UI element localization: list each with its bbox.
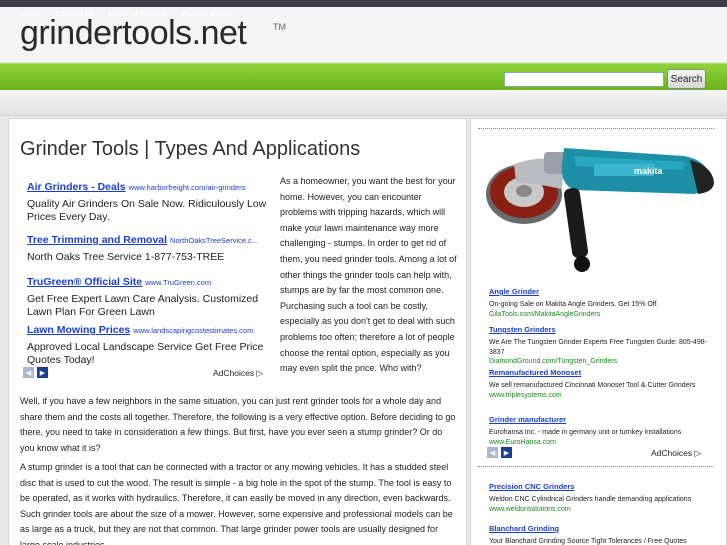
- adchoices-label: AdChoices: [213, 368, 255, 378]
- trademark: TM: [273, 22, 286, 32]
- sidebar-ad-url[interactable]: GilaTools.com/MakitaAngleGrinders: [489, 310, 717, 319]
- sidebar-ad-nav: ◀ ▶: [487, 447, 512, 458]
- sidebar-ad-title[interactable]: Precision CNC Grinders: [489, 482, 574, 491]
- sidebar-ad-description: We Are The Tungsten Grinder Experts Free…: [489, 339, 708, 356]
- sidebar-ad[interactable]: Tungsten Grinders We Are The Tungsten Gr…: [489, 319, 717, 366]
- ad-description: North Oaks Tree Service 1-877-753-TREE: [27, 251, 225, 263]
- page-title: Grinder Tools | Types And Applications: [20, 138, 361, 160]
- body-paragraph: A stump grinder is a tool that can be co…: [20, 462, 453, 545]
- ad-url[interactable]: www.landscapingcostestimates.com: [133, 326, 253, 335]
- angle-grinder-image: makita: [486, 148, 714, 272]
- nav-home[interactable]: Home: [20, 9, 41, 18]
- ad-description: Quality Air Grinders On Sale Now. Ridicu…: [27, 198, 267, 223]
- ad-unit[interactable]: Air Grinders - Deals www.harborfreight.co…: [27, 177, 275, 224]
- ad-title[interactable]: TruGreen® Official Site: [27, 276, 142, 288]
- ad-description: Approved Local Landscape Service Get Fre…: [27, 341, 264, 366]
- ad-unit[interactable]: Tree Trimming and Removal NorthOaksTreeSe…: [27, 230, 275, 264]
- adchoices-icon: ▷: [694, 448, 702, 458]
- sidebar-ad[interactable]: Angle Grinder On-going Sale on Makita An…: [489, 281, 717, 319]
- ad-nav: ◀ ▶: [23, 367, 48, 378]
- sidebar-ad[interactable]: Precision CNC Grinders Weldon CNC Cylind…: [489, 476, 717, 514]
- sidebar-ad-description: On-going Sale on Makita Angle Grinders. …: [489, 301, 659, 308]
- sidebar-ad-title[interactable]: Grinder manufacturer: [489, 415, 566, 424]
- ad-title[interactable]: Lawn Mowing Prices: [27, 324, 130, 336]
- site-title[interactable]: grindertools.net: [20, 14, 247, 53]
- sidebar-ad-url[interactable]: www.triplesystems.com: [489, 391, 717, 400]
- ad-unit[interactable]: TruGreen® Official Site www.TruGreen.com …: [27, 272, 275, 319]
- sidebar-ad-description: Weldon CNC Cylindrical Grinders handle d…: [489, 496, 692, 503]
- ad-url[interactable]: NorthOaksTreeService.c...: [170, 236, 258, 245]
- svg-text:makita: makita: [634, 166, 664, 176]
- sidebar-ad[interactable]: Remanufactured Monoset We sell remanufac…: [489, 362, 717, 400]
- divider: [478, 466, 714, 467]
- nav-terms-of-service[interactable]: Terms of Service: [107, 9, 167, 18]
- ad-title[interactable]: Tree Trimming and Removal: [27, 234, 167, 246]
- body-paragraph: Well, if you have a few neighbors in the…: [20, 396, 456, 453]
- search-input[interactable]: [504, 72, 664, 87]
- ad-url[interactable]: www.harborfreight.com/air-grinders: [129, 183, 246, 192]
- ad-url[interactable]: www.TruGreen.com: [145, 278, 211, 287]
- chevron-right-icon[interactable]: ▶: [37, 367, 48, 378]
- divider: [478, 128, 714, 129]
- top-bar: [0, 0, 727, 7]
- sidebar-ad-title[interactable]: Tungsten Grinders: [489, 325, 556, 334]
- sidebar-ad-title[interactable]: Angle Grinder: [489, 287, 539, 296]
- chevron-right-icon[interactable]: ▶: [501, 447, 512, 458]
- nav-privacy-policy[interactable]: Privacy Policy: [182, 9, 233, 18]
- sidebar-ad-description: Eurohansa Inc. - made in germany unit or…: [489, 429, 682, 436]
- nav-contact-us[interactable]: Contact Us: [55, 9, 95, 18]
- ad-unit[interactable]: Lawn Mowing Prices www.landscapingcostest…: [27, 320, 275, 367]
- adchoices-link[interactable]: AdChoices ▷: [213, 368, 263, 379]
- sidebar-ad-url[interactable]: www.weldonsolutions.com: [489, 505, 717, 514]
- search-button[interactable]: Search: [667, 69, 706, 89]
- sidebar-ad-url[interactable]: www.EuroHansa.com: [489, 438, 717, 447]
- ad-description: Get Free Expert Lawn Care Analysis. Cust…: [27, 293, 259, 318]
- sidebar-ad-description: We sell remanufactured Cincinnati Monose…: [489, 382, 696, 389]
- sidebar-ad-title[interactable]: Remanufactured Monoset: [489, 368, 581, 377]
- ad-title[interactable]: Air Grinders - Deals: [27, 181, 126, 193]
- adchoices-label: AdChoices: [651, 448, 693, 458]
- sub-bar: [0, 90, 727, 116]
- sidebar-ad-title[interactable]: Blanchard Grinding: [489, 524, 559, 533]
- adchoices-icon: ▷: [256, 368, 264, 378]
- sidebar-ad[interactable]: Grinder manufacturer Eurohansa Inc. - ma…: [489, 409, 717, 447]
- intro-text: As a homeowner, you want the best for yo…: [280, 176, 457, 374]
- sidebar-ad-description: Your Blanchard Grinding Source Tight Tol…: [489, 538, 687, 545]
- chevron-left-icon[interactable]: ◀: [487, 447, 498, 458]
- sidebar-ad[interactable]: Blanchard Grinding Your Blanchard Grindi…: [489, 518, 717, 545]
- chevron-left-icon[interactable]: ◀: [23, 367, 34, 378]
- sidebar-adchoices-link[interactable]: AdChoices ▷: [651, 448, 701, 459]
